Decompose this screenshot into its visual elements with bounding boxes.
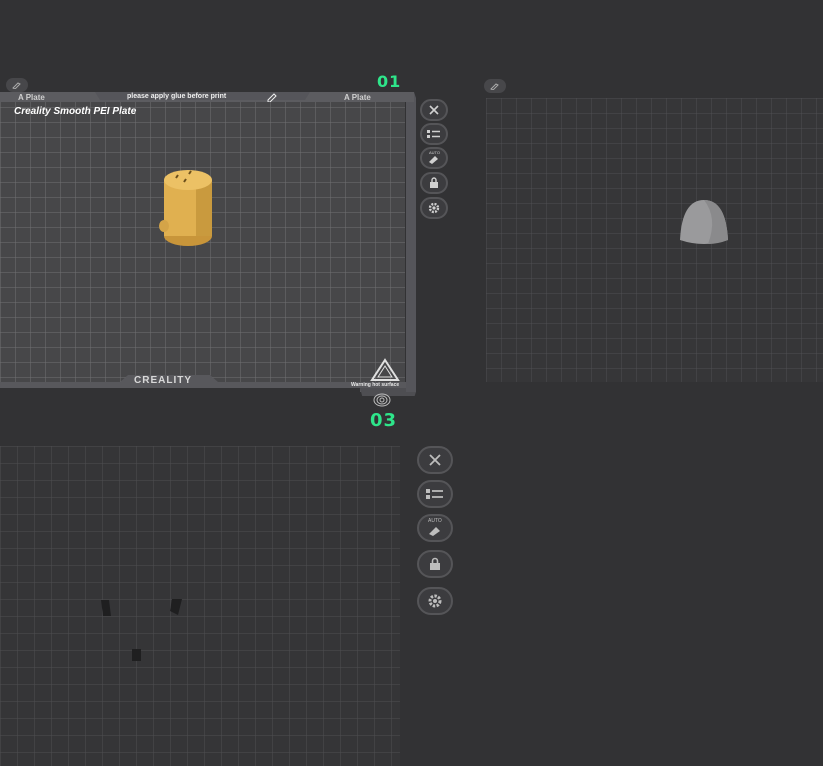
plate-01-list-button[interactable] xyxy=(420,123,448,145)
plate-02[interactable] xyxy=(486,98,823,384)
list-icon xyxy=(427,130,440,138)
plate-01-close-button[interactable] xyxy=(420,99,448,121)
plate-01-tab-right: A Plate xyxy=(344,93,371,102)
plate-01-tab-left: A Plate xyxy=(18,93,45,102)
model-dark-part-1[interactable] xyxy=(99,598,113,618)
plate-01-settings-button[interactable] xyxy=(420,197,448,219)
model-dark-part-2[interactable] xyxy=(168,597,184,617)
plate-03-auto-arrange-button[interactable]: AUTO xyxy=(417,514,453,542)
plate-01-title: Creality Smooth PEI Plate xyxy=(14,106,137,117)
auto-label: AUTO xyxy=(428,518,442,524)
plate-03-lock-button[interactable] xyxy=(417,550,453,578)
plate-01-edit-icon[interactable] xyxy=(6,78,28,92)
plate-01-label: 01 xyxy=(377,72,402,91)
plate-02-bed xyxy=(486,98,823,382)
close-icon xyxy=(429,454,441,466)
plate-03-list-button[interactable] xyxy=(417,480,453,508)
model-gold-cylinder[interactable] xyxy=(156,166,218,250)
plate-03-label: 03 xyxy=(370,410,398,431)
plate-01-warning: Warning hot surface xyxy=(351,382,400,388)
warning-triangle-icon xyxy=(370,358,400,382)
plate-03-settings-button[interactable] xyxy=(417,587,453,615)
fingerprint-logo-icon xyxy=(372,393,392,407)
plate-03-close-button[interactable] xyxy=(417,446,453,474)
lock-icon xyxy=(430,557,440,570)
plate-03-bed xyxy=(0,446,400,766)
plate-01-auto-arrange-button[interactable]: AUTO xyxy=(420,147,448,169)
auto-label: AUTO xyxy=(429,150,441,155)
list-icon xyxy=(426,489,443,499)
lock-icon xyxy=(430,177,438,188)
plate-03[interactable] xyxy=(0,446,400,766)
edit-pencil-icon xyxy=(266,92,278,102)
model-dark-part-3[interactable] xyxy=(131,648,143,662)
plate-01-brand: CREALITY xyxy=(134,375,192,386)
gear-icon xyxy=(428,202,440,214)
plate-01-lock-button[interactable] xyxy=(420,172,448,194)
close-icon xyxy=(429,105,439,115)
plate-01-header-notice: please apply glue before print xyxy=(127,93,227,100)
model-grey-dome[interactable] xyxy=(678,198,730,248)
plate-02-edit-icon[interactable] xyxy=(484,79,506,93)
gear-icon xyxy=(428,594,442,608)
